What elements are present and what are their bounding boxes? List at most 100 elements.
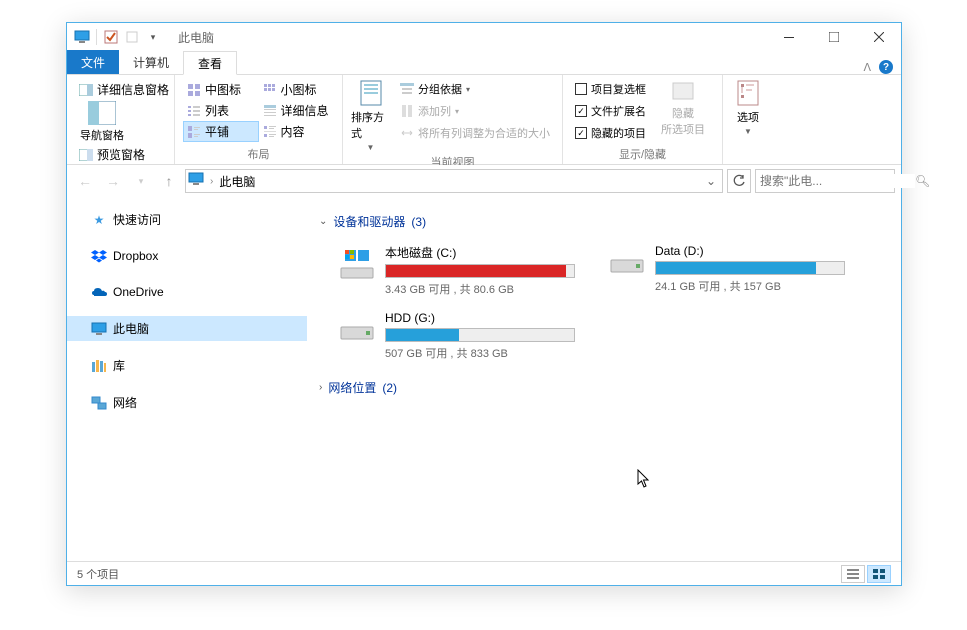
small-icons-icon: [263, 83, 277, 97]
drive-free-text: 24.1 GB 可用 , 共 157 GB: [655, 278, 859, 294]
address-dropdown-icon[interactable]: ⌄: [702, 174, 720, 188]
checkbox-checked-icon: ✓: [575, 105, 587, 117]
qat-dropdown-icon[interactable]: ▾: [144, 28, 162, 46]
content-icon: [263, 125, 277, 139]
details-icon: [263, 104, 277, 118]
search-input[interactable]: [760, 174, 915, 188]
titlebar: ▾ 此电脑: [67, 23, 901, 51]
monitor-icon: [91, 321, 107, 337]
tree-this-pc[interactable]: 此电脑: [67, 316, 307, 341]
layout-small[interactable]: 小图标: [259, 79, 335, 100]
group-icon: [400, 82, 414, 96]
add-column-button: 添加列 ▾: [396, 101, 554, 121]
details-pane-icon: [79, 83, 93, 97]
tab-view[interactable]: 查看: [183, 51, 237, 75]
breadcrumb-sep[interactable]: ›: [210, 176, 213, 187]
star-icon: ★: [91, 212, 107, 228]
window-controls: [766, 23, 901, 51]
group-header-drives[interactable]: ⌄ 设备和驱动器 (3): [319, 213, 889, 230]
back-button[interactable]: ←: [73, 169, 97, 193]
list-icon: [187, 104, 201, 118]
drive-usage-bar: [385, 264, 575, 278]
location-monitor-icon: [188, 172, 206, 190]
details-pane-button[interactable]: 详细信息窗格: [75, 79, 166, 100]
ribbon-group-show-hide: 项目复选框 ✓文件扩展名 ✓隐藏的项目 隐藏 所选项目 显示/隐藏: [563, 75, 723, 164]
undo-icon[interactable]: [123, 28, 141, 46]
close-button[interactable]: [856, 23, 901, 51]
address-text[interactable]: 此电脑: [219, 173, 702, 190]
refresh-button[interactable]: [727, 169, 751, 193]
ribbon: 详细信息窗格 导航窗格 预览窗格 窗格 中图标 小图标: [67, 75, 901, 165]
onedrive-icon: [91, 284, 107, 300]
separator: [96, 29, 97, 45]
properties-icon[interactable]: [102, 28, 120, 46]
view-tiles-toggle[interactable]: [867, 565, 891, 583]
layout-medium[interactable]: 中图标: [183, 79, 259, 100]
refresh-icon: [732, 174, 746, 188]
tab-computer[interactable]: 计算机: [119, 50, 183, 74]
forward-button[interactable]: →: [101, 169, 125, 193]
preview-pane-icon: [79, 148, 93, 162]
medium-icons-icon: [187, 83, 201, 97]
checkbox-unchecked-icon: [575, 83, 587, 95]
group-header-network[interactable]: › 网络位置 (2): [319, 379, 889, 396]
layout-details[interactable]: 详细信息: [259, 100, 335, 121]
drive-name: 本地磁盘 (C:): [385, 244, 589, 261]
help-icon[interactable]: ?: [879, 60, 893, 74]
file-ext-toggle[interactable]: ✓文件扩展名: [571, 101, 650, 121]
tree-onedrive[interactable]: OneDrive: [67, 280, 307, 304]
group-by-button[interactable]: 分组依据 ▾: [396, 79, 554, 99]
autosize-icon: [400, 126, 414, 140]
tab-file[interactable]: 文件: [67, 50, 119, 74]
drive-free-text: 3.43 GB 可用 , 共 80.6 GB: [385, 281, 589, 297]
item-checkboxes-toggle[interactable]: 项目复选框: [571, 79, 650, 99]
chevron-right-icon[interactable]: ›: [319, 382, 322, 393]
drive-name: HDD (G:): [385, 311, 589, 325]
drive-item[interactable]: 本地磁盘 (C:) 3.43 GB 可用 , 共 80.6 GB: [333, 240, 593, 301]
autosize-button: 将所有列调整为合适的大小: [396, 123, 554, 143]
options-button[interactable]: 选项 ▼: [731, 79, 765, 148]
ribbon-group-panes: 详细信息窗格 导航窗格 预览窗格 窗格: [67, 75, 175, 164]
sort-button[interactable]: 排序方式 ▼: [351, 79, 390, 152]
quick-access-toolbar: ▾: [67, 28, 168, 46]
tree-quick-access[interactable]: ★ 快速访问: [67, 207, 307, 232]
status-bar: 5 个项目: [67, 561, 901, 585]
collapse-ribbon-icon[interactable]: ᐱ: [863, 61, 871, 74]
hide-selected-button: 隐藏 所选项目: [656, 79, 710, 144]
monitor-icon: [73, 28, 91, 46]
main-view[interactable]: ⌄ 设备和驱动器 (3) 本地磁盘 (C:) 3.43 GB 可用 , 共 80.…: [307, 197, 901, 561]
tree-dropbox[interactable]: Dropbox: [67, 244, 307, 268]
drive-item[interactable]: Data (D:)24.1 GB 可用 , 共 157 GB: [603, 240, 863, 301]
ribbon-tabs: 文件 计算机 查看 ᐱ ?: [67, 51, 901, 75]
content-area: ★ 快速访问 Dropbox OneDrive 此电脑 库: [67, 197, 901, 561]
drive-icon: [337, 311, 377, 351]
drive-free-text: 507 GB 可用 , 共 833 GB: [385, 345, 589, 361]
maximize-button[interactable]: [811, 23, 856, 51]
drive-item[interactable]: HDD (G:) 507 GB 可用 , 共 833 GB: [333, 307, 593, 365]
drive-usage-bar: [385, 328, 575, 342]
chevron-down-icon[interactable]: ⌄: [319, 216, 327, 227]
drive-icon: [337, 244, 377, 284]
minimize-button[interactable]: [766, 23, 811, 51]
tree-network[interactable]: 网络: [67, 390, 307, 415]
nav-pane-button[interactable]: 导航窗格: [75, 101, 129, 143]
search-icon[interactable]: 🔍︎: [915, 174, 930, 188]
search-box[interactable]: 🔍︎: [755, 169, 895, 193]
view-details-toggle[interactable]: [841, 565, 865, 583]
group-label-showhide: 显示/隐藏: [571, 144, 714, 162]
drive-icon: [607, 244, 647, 284]
tree-libraries[interactable]: 库: [67, 353, 307, 378]
up-button[interactable]: ↑: [157, 169, 181, 193]
layout-list[interactable]: 列表: [183, 100, 259, 121]
checkbox-checked-icon: ✓: [575, 127, 587, 139]
address-bar[interactable]: › 此电脑 ⌄: [185, 169, 723, 193]
preview-pane-button[interactable]: 预览窗格: [75, 144, 166, 165]
layout-tiles[interactable]: 平铺: [183, 121, 259, 142]
history-dropdown[interactable]: ▾: [129, 169, 153, 193]
navigation-bar: ← → ▾ ↑ › 此电脑 ⌄ 🔍︎: [67, 165, 901, 197]
layout-content[interactable]: 内容: [259, 121, 335, 142]
window-title: 此电脑: [178, 29, 214, 46]
sort-icon: [357, 79, 385, 107]
add-column-icon: [400, 104, 414, 118]
hidden-items-toggle[interactable]: ✓隐藏的项目: [571, 123, 650, 143]
